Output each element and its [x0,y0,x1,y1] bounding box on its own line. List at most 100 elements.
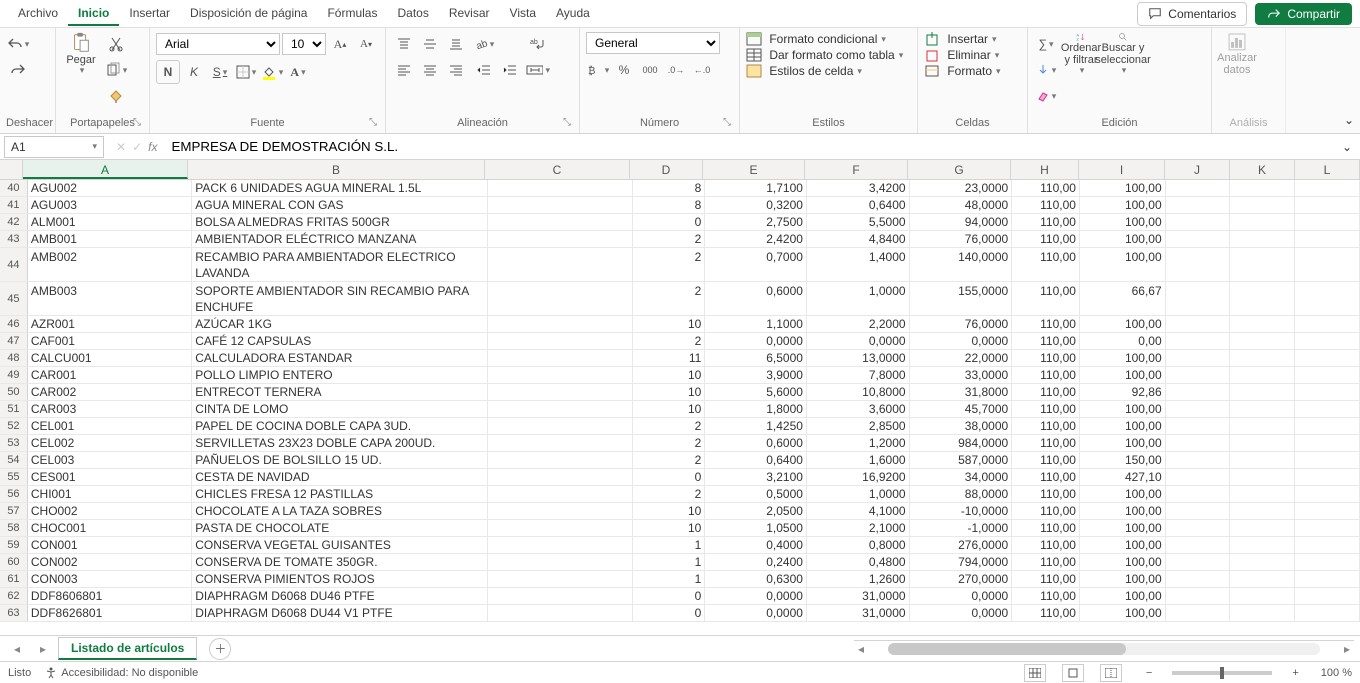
cell[interactable]: 94,0000 [910,214,1013,230]
cell[interactable] [488,605,632,621]
cell[interactable]: CEL003 [28,452,192,468]
cell[interactable]: 92,86 [1080,384,1166,400]
cell[interactable] [1166,282,1231,315]
menu-ayuda[interactable]: Ayuda [546,2,600,26]
cell[interactable] [1166,554,1231,570]
cell[interactable]: CHI001 [28,486,192,502]
cell[interactable] [1295,333,1360,349]
cell[interactable]: 38,0000 [910,418,1013,434]
column-header-B[interactable]: B [188,160,485,179]
cell[interactable]: 13,0000 [807,350,910,366]
cell[interactable]: 0,6000 [705,282,807,315]
cell[interactable]: AMBIENTADOR ELÉCTRICO MANZANA [192,231,488,247]
cell[interactable]: 100,00 [1080,554,1166,570]
cell[interactable]: 0 [633,605,706,621]
cell[interactable] [488,520,632,536]
cell[interactable]: CON002 [28,554,192,570]
underline-button[interactable]: S▾ [208,60,232,84]
clipboard-launcher[interactable]: ⤡ [133,117,141,128]
cell[interactable] [488,571,632,587]
find-select-button[interactable]: Buscar y seleccionar▾ [1104,32,1142,76]
cell[interactable]: 110,00 [1012,384,1080,400]
cell[interactable]: -10,0000 [910,503,1013,519]
cell[interactable]: 110,00 [1012,316,1080,332]
cell[interactable]: 110,00 [1012,180,1080,196]
cell[interactable]: 100,00 [1080,248,1166,281]
cell[interactable]: CHO002 [28,503,192,519]
cell[interactable] [1230,401,1295,417]
cell[interactable]: 10 [633,367,706,383]
column-header-J[interactable]: J [1165,160,1230,179]
merge-button[interactable]: ▾ [526,58,550,82]
menu-datos[interactable]: Datos [387,2,438,26]
cell[interactable] [1295,537,1360,553]
alignment-launcher[interactable]: ⤡ [563,117,571,128]
cell[interactable]: SOPORTE AMBIENTADOR SIN RECAMBIO PARA EN… [192,282,488,315]
cell[interactable]: 34,0000 [910,469,1013,485]
cut-button[interactable] [104,32,128,56]
zoom-slider[interactable] [1172,671,1272,675]
select-all-corner[interactable] [0,160,23,179]
cell[interactable]: 100,00 [1080,588,1166,604]
cell[interactable]: 100,00 [1080,180,1166,196]
cell[interactable]: 1,2000 [807,435,910,451]
collapse-ribbon-button[interactable]: ⌄ [1344,113,1354,127]
cell[interactable]: 1,0000 [807,282,910,315]
cell[interactable]: 0,0000 [910,588,1013,604]
cell[interactable]: 110,00 [1012,367,1080,383]
cell[interactable] [1230,197,1295,213]
cell[interactable] [488,537,632,553]
cell[interactable] [1166,367,1231,383]
menu-revisar[interactable]: Revisar [439,2,500,26]
cell[interactable]: 0,8000 [807,537,910,553]
currency-button[interactable]: ₿▾ [586,58,610,82]
cell[interactable]: CEL002 [28,435,192,451]
increase-indent-button[interactable] [498,58,522,82]
cell[interactable]: 110,00 [1012,231,1080,247]
cell[interactable] [1230,537,1295,553]
cell[interactable]: 1 [633,571,706,587]
cell[interactable] [1230,316,1295,332]
cell[interactable] [1295,418,1360,434]
orientation-button[interactable]: ab▾ [472,32,496,56]
delete-cells-button[interactable]: Eliminar▾ [924,48,1001,62]
column-header-L[interactable]: L [1295,160,1360,179]
cell[interactable]: 110,00 [1012,537,1080,553]
cell[interactable]: 7,8000 [807,367,910,383]
cell[interactable]: AZR001 [28,316,192,332]
zoom-in-button[interactable]: + [1292,667,1298,679]
comments-button[interactable]: Comentarios [1137,2,1247,26]
cell[interactable] [1295,367,1360,383]
menu-archivo[interactable]: Archivo [8,2,68,26]
cell[interactable]: 0,0000 [705,605,807,621]
cell[interactable] [1166,248,1231,281]
cell[interactable] [1230,588,1295,604]
fx-button[interactable]: fx [148,140,157,154]
cell[interactable]: 2,2000 [807,316,910,332]
cell[interactable]: 0,0000 [807,333,910,349]
column-header-C[interactable]: C [485,160,630,179]
align-center-button[interactable] [418,58,442,82]
cell[interactable]: CONSERVA PIMIENTOS ROJOS [192,571,488,587]
expand-formula-button[interactable]: ⌄ [1334,140,1360,154]
cell[interactable]: CES001 [28,469,192,485]
analyze-data-button[interactable]: Analizar datos [1218,32,1256,76]
row-header[interactable]: 52 [0,418,28,434]
cell[interactable]: CAR001 [28,367,192,383]
cell[interactable] [1230,469,1295,485]
cell[interactable]: 100,00 [1080,418,1166,434]
row-header[interactable]: 49 [0,367,28,383]
cell[interactable]: 31,0000 [807,588,910,604]
column-header-D[interactable]: D [630,160,703,179]
menu-vista[interactable]: Vista [500,2,546,26]
cell[interactable]: 794,0000 [910,554,1013,570]
cell[interactable]: 45,7000 [910,401,1013,417]
cell[interactable]: 3,2100 [705,469,807,485]
cell[interactable]: 587,0000 [910,452,1013,468]
cell[interactable] [1166,452,1231,468]
cell[interactable]: 100,00 [1080,197,1166,213]
cell[interactable] [488,333,632,349]
view-page-break-button[interactable] [1100,664,1122,682]
cell[interactable] [1230,367,1295,383]
name-box[interactable]: A1▾ [4,136,104,158]
